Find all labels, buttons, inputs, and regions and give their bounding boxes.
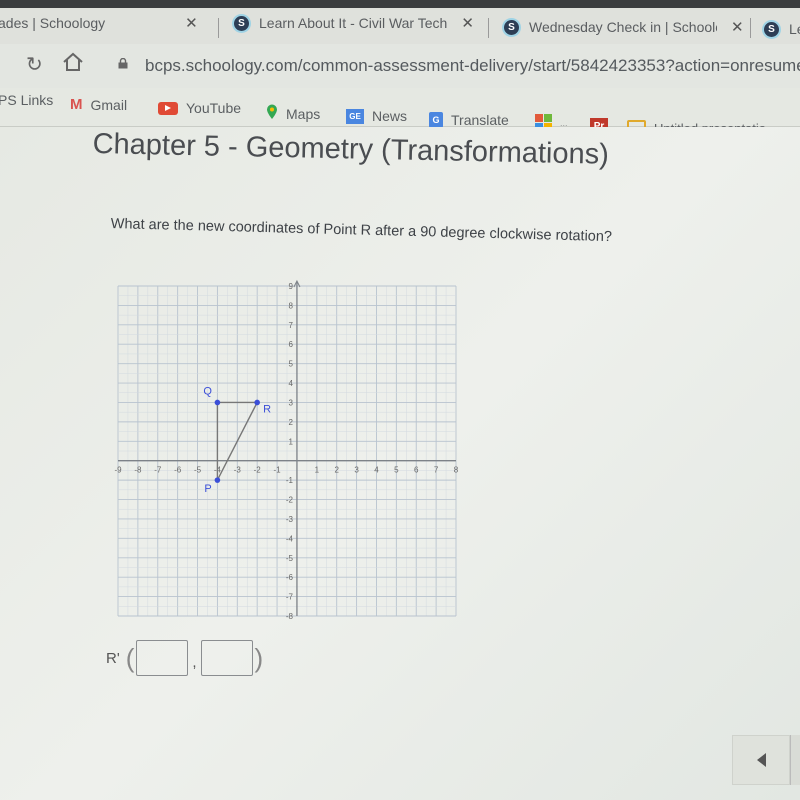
x-tick-label: -2 — [254, 466, 262, 475]
bookmark-gmail[interactable]: M Gmail — [70, 96, 127, 113]
previous-question-button[interactable] — [732, 735, 790, 785]
y-tick-label: -4 — [286, 534, 294, 543]
y-tick-label: -2 — [286, 496, 294, 505]
tab-divider — [218, 18, 219, 38]
x-tick-label: 7 — [434, 466, 439, 475]
coordinate-plane: -9 -8 -7 -6 -5 -4 -3 -2 -1 1 2 3 4 5 6 7 8 9 8 7 6 5 4 3 2 1 -1 -2 -… — [114, 279, 459, 621]
y-tick-label: 2 — [288, 418, 293, 427]
close-icon[interactable]: ✕ — [185, 14, 198, 32]
tab-label: Le — [789, 21, 800, 37]
tab-label: ades | Schoology — [0, 15, 106, 31]
bookmark-label: Maps — [286, 105, 321, 122]
x-tick-label: -6 — [174, 466, 182, 475]
bookmark-label: Translate — [451, 112, 509, 128]
schoology-icon: S — [504, 19, 519, 35]
tab-partial[interactable]: S Le — [764, 16, 800, 42]
y-tick-label: -7 — [286, 593, 294, 602]
y-tick-label: 4 — [288, 379, 293, 388]
comma-separator: , — [192, 653, 197, 671]
bookmark-label: Gmail — [90, 96, 128, 113]
y-tick-label: -1 — [286, 476, 294, 485]
x-tick-label: 4 — [374, 466, 379, 475]
tab-civil-war[interactable]: S Learn About It - Civil War Tech ✕ — [234, 10, 474, 36]
translate-icon: G — [429, 112, 443, 128]
point-label-p: P — [204, 483, 211, 495]
lock-icon — [118, 58, 128, 69]
answer-row: R' ( , ) — [106, 640, 263, 676]
bookmark-ps-links[interactable]: PS Links — [0, 92, 53, 108]
x-tick-label: -9 — [114, 466, 122, 475]
tab-label: Learn About It - Civil War Tech — [259, 15, 448, 31]
point-p — [214, 477, 221, 483]
tab-wednesday-check-in[interactable]: S Wednesday Check in | Schoolo ✕ — [504, 14, 744, 40]
url-field[interactable]: bcps.schoology.com/common-assessment-del… — [145, 56, 800, 76]
point-q — [214, 399, 221, 406]
bookmark-label: News — [372, 108, 408, 124]
y-tick-label: -3 — [286, 515, 294, 524]
bookmark-label: YouTube — [186, 100, 242, 116]
tab-divider — [488, 18, 489, 38]
bookmark-label: ... — [560, 117, 568, 128]
maps-pin-icon — [266, 104, 278, 123]
x-tick-label: 8 — [454, 466, 459, 475]
close-icon[interactable]: ✕ — [461, 14, 474, 32]
news-icon: GE — [346, 108, 364, 124]
x-tick-label: -5 — [194, 466, 202, 475]
x-tick-label: -3 — [234, 466, 242, 475]
point-r — [254, 399, 260, 406]
reload-icon[interactable]: ↻ — [26, 52, 43, 77]
y-tick-label: -6 — [286, 573, 294, 582]
youtube-icon — [158, 101, 178, 115]
home-icon[interactable] — [62, 52, 84, 78]
answer-label: R' — [106, 649, 120, 667]
open-paren: ( — [125, 642, 135, 673]
x-tick-label: 6 — [414, 466, 419, 475]
point-label-q: Q — [203, 385, 212, 397]
tab-grades[interactable]: ades | Schoology ✕ — [0, 10, 198, 36]
y-tick-label: 1 — [288, 437, 293, 446]
x-tick-label: 3 — [354, 466, 359, 475]
next-question-button[interactable] — [790, 735, 800, 785]
x-tick-label: 2 — [334, 466, 339, 475]
x-tick-label: 5 — [394, 466, 399, 475]
bookmark-youtube[interactable]: YouTube — [158, 100, 241, 116]
y-tick-label: -8 — [286, 612, 294, 621]
close-icon[interactable]: ✕ — [731, 18, 744, 36]
tab-label: Wednesday Check in | Schoolo — [529, 19, 717, 35]
y-tick-label: 6 — [288, 340, 293, 349]
x-tick-label: -7 — [154, 466, 162, 475]
y-tick-label: 3 — [288, 398, 293, 407]
schoology-icon: S — [234, 15, 249, 31]
gmail-icon: M — [70, 96, 83, 113]
x-tick-label: -8 — [134, 466, 142, 475]
answer-x-input[interactable] — [136, 640, 189, 676]
triangle-left-icon — [756, 753, 766, 767]
x-tick-label: -1 — [273, 466, 281, 475]
bookmark-label: PS Links — [0, 92, 54, 108]
y-tick-label: 9 — [288, 282, 293, 291]
answer-y-input[interactable] — [200, 640, 253, 676]
point-label-r: R — [263, 403, 271, 415]
bookmark-news[interactable]: GE News — [346, 108, 407, 124]
y-tick-label: 8 — [288, 301, 293, 310]
x-tick-label: 1 — [315, 466, 320, 475]
schoology-icon: S — [764, 21, 779, 37]
y-tick-label: 5 — [288, 360, 293, 369]
tab-divider — [750, 18, 751, 38]
bookmark-translate[interactable]: G Translate — [429, 112, 509, 128]
bookmark-maps[interactable]: Maps — [266, 104, 320, 123]
y-tick-label: -5 — [286, 554, 294, 563]
close-paren: ) — [254, 642, 264, 673]
y-tick-label: 7 — [288, 321, 293, 330]
